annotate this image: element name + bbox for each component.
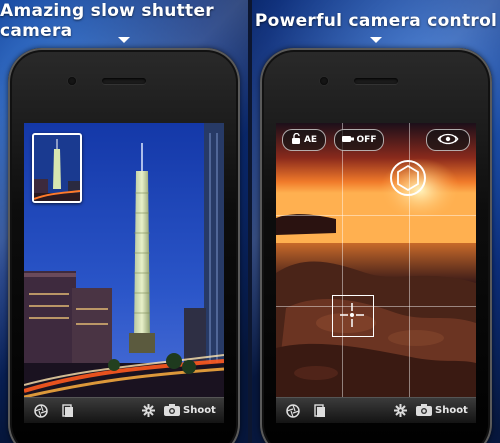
grid-line: [276, 306, 476, 307]
shoot-label: Shoot: [435, 405, 468, 416]
title-pointer: [370, 37, 382, 43]
left-screenshot-panel: Amazing slow shutter camera Shoot: [0, 0, 248, 443]
front-camera-icon: [68, 77, 76, 85]
gallery-icon[interactable]: [62, 398, 74, 423]
camera-toolbar: Shoot: [276, 397, 476, 423]
preview-thumbnail[interactable]: [32, 133, 82, 203]
front-camera-icon: [320, 77, 328, 85]
flash-label: OFF: [356, 135, 377, 145]
shoot-button[interactable]: Shoot: [416, 398, 468, 423]
flash-toggle-button[interactable]: OFF: [334, 129, 384, 151]
shoot-button[interactable]: Shoot: [164, 398, 216, 423]
grid-line: [342, 123, 343, 398]
camera-icon: [164, 401, 180, 420]
right-panel-title: Powerful camera control: [254, 11, 498, 31]
shoot-label: Shoot: [183, 405, 216, 416]
switch-camera-button[interactable]: [426, 129, 470, 151]
flash-icon: [341, 135, 354, 146]
speaker-grille: [354, 78, 398, 84]
settings-icon[interactable]: [142, 398, 155, 423]
phone-screen: Shoot: [24, 123, 224, 423]
phone-screen: AE OFF Shoot: [276, 123, 476, 423]
settings-icon[interactable]: [394, 398, 407, 423]
phone-frame: AE OFF Shoot: [260, 48, 492, 443]
lock-open-icon: [291, 132, 301, 147]
eye-swap-icon: [437, 133, 459, 148]
camera-viewfinder[interactable]: [24, 123, 224, 398]
aperture-icon[interactable]: [34, 398, 48, 423]
ae-lock-button[interactable]: AE: [282, 129, 326, 151]
exposure-target-icon[interactable]: [389, 159, 427, 197]
gallery-icon[interactable]: [314, 398, 326, 423]
title-pointer: [118, 37, 130, 43]
speaker-grille: [102, 78, 146, 84]
right-screenshot-panel: Powerful camera control AE OFF Shoot: [252, 0, 500, 443]
focus-target-icon[interactable]: [332, 295, 374, 337]
grid-line: [276, 215, 476, 216]
camera-icon: [416, 401, 432, 420]
left-panel-title: Amazing slow shutter camera: [0, 1, 214, 41]
aperture-icon[interactable]: [286, 398, 300, 423]
camera-toolbar: Shoot: [24, 397, 224, 423]
sunset-rocks-photo: [276, 123, 476, 398]
camera-viewfinder[interactable]: AE OFF: [276, 123, 476, 398]
phone-frame: Shoot: [8, 48, 240, 443]
ae-label: AE: [303, 135, 318, 145]
